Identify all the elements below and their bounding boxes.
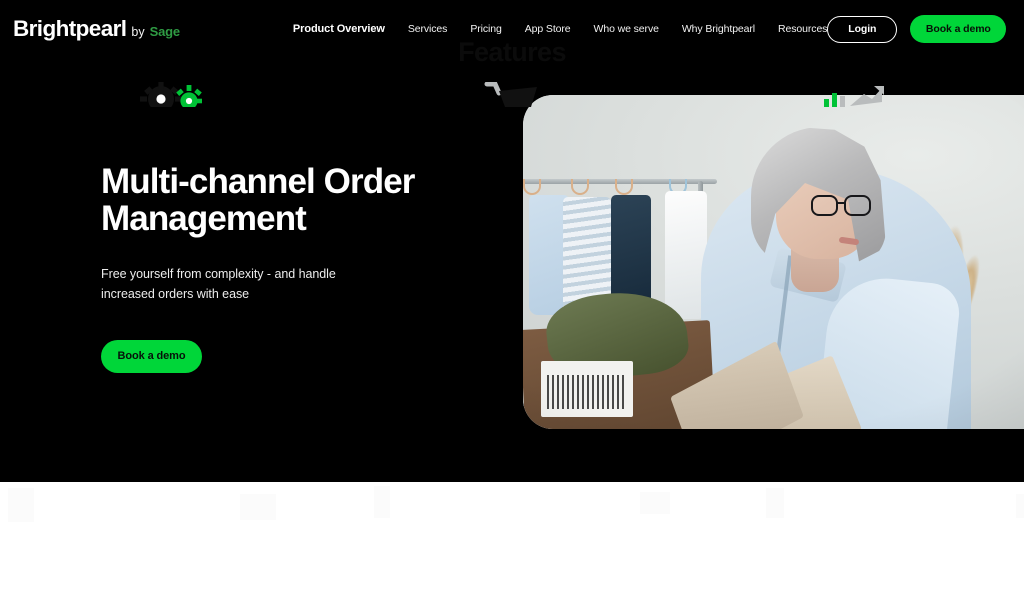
book-a-demo-button-nav[interactable]: Book a demo [910, 15, 1007, 43]
hero-image: Woman with grey hair and glasses in a li… [523, 95, 1024, 429]
hero-subtitle: Free yourself from complexity - and hand… [101, 267, 336, 302]
brightpearl-logo[interactable]: Brightpearl by Sage [13, 15, 180, 41]
brand-by-text: by [131, 24, 145, 39]
hero-section: Brightpearl by Sage Product Overview Ser… [0, 0, 1024, 482]
feature-icon-row: Automation Order capture [0, 81, 1024, 112]
nav-item-who-we-serve[interactable]: Who we serve [594, 23, 659, 35]
nav-item-app-store[interactable]: App Store [525, 23, 571, 35]
feature-card-order-capture[interactable]: Order capture [341, 81, 682, 107]
login-button[interactable]: Login [827, 15, 898, 43]
background-watermark-pattern [0, 482, 1024, 589]
gears-automation-icon [139, 82, 202, 112]
nav-item-resources[interactable]: Resources [778, 23, 827, 35]
brand-sage-text: Sage [149, 24, 180, 40]
bar-chart-growth-icon [822, 82, 885, 112]
top-navigation-bar: Brightpearl by Sage Product Overview Ser… [0, 0, 1024, 58]
primary-nav-links: Product Overview Services Pricing App St… [293, 23, 828, 35]
brand-name: Brightpearl [13, 15, 127, 41]
feature-card-automation[interactable]: Automation [0, 82, 341, 112]
book-a-demo-button-hero[interactable]: Book a demo [101, 339, 202, 373]
nav-item-why-brightpearl[interactable]: Why Brightpearl [682, 23, 755, 35]
features-section [0, 482, 1024, 589]
hero-image-vignette [523, 95, 1024, 429]
nav-item-pricing[interactable]: Pricing [470, 23, 502, 35]
shopping-cart-icon [483, 81, 541, 112]
nav-item-services[interactable]: Services [408, 23, 448, 35]
nav-action-buttons: Login Book a demo [827, 15, 1007, 43]
hero-copy-block: Multi-channel Order Management Free your… [101, 163, 501, 373]
feature-card-reporting[interactable]: Reporting [683, 82, 1024, 107]
hero-title: Multi-channel Order Management [101, 162, 415, 239]
nav-item-product-overview[interactable]: Product Overview [293, 23, 385, 35]
